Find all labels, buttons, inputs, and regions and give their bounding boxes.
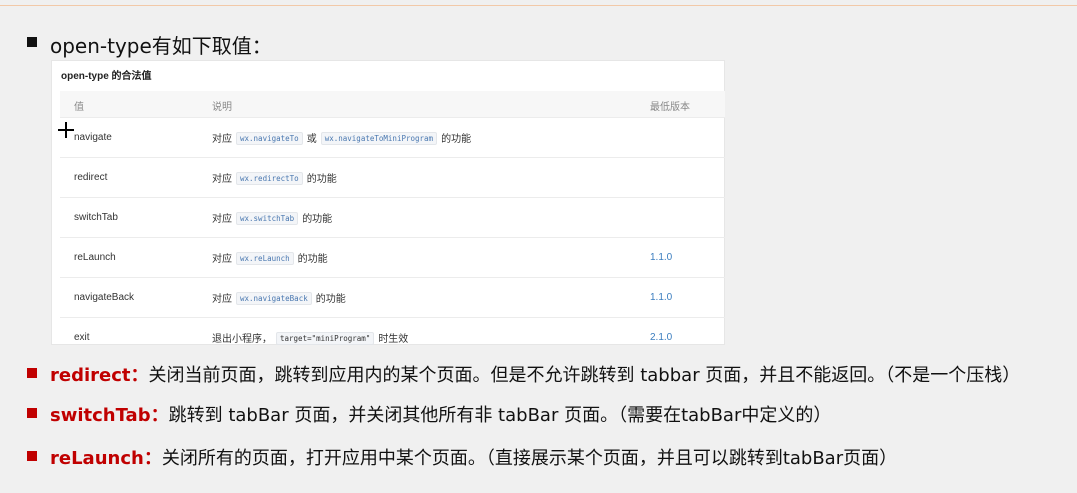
table-row: exit 退出小程序， target="miniProgram" 时生效 2.1.0 xyxy=(60,317,725,345)
square-bullet-icon xyxy=(27,37,37,47)
cell-description: 对应 wx.navigateBack 的功能 xyxy=(212,292,346,305)
header-value: 值 xyxy=(74,102,84,113)
cell-version: 2.1.0 xyxy=(650,332,673,343)
table-row: reLaunch 对应 wx.reLaunch 的功能 1.1.0 xyxy=(60,237,725,277)
cell-description: 对应 wx.switchTab 的功能 xyxy=(212,212,333,225)
cell-version: 1.1.0 xyxy=(650,292,673,303)
cell-value: redirect xyxy=(74,172,108,183)
note-text: 关闭所有的页面，打开应用中某个页面。（直接展示某个页面，并且可以跳转到tabBa… xyxy=(161,448,898,469)
code-snippet: wx.redirectTo xyxy=(236,172,303,185)
table-row: navigateBack 对应 wx.navigateBack 的功能 1.1.0 xyxy=(60,277,725,317)
cell-description: 对应 wx.navigateTo 或 wx.navigateToMiniProgram… xyxy=(212,132,472,145)
header-description: 说明 xyxy=(212,102,232,113)
cell-value: reLaunch xyxy=(74,252,116,263)
cell-version: 1.1.0 xyxy=(650,252,673,263)
code-snippet: wx.navigateTo xyxy=(236,132,303,145)
code-snippet: wx.navigateBack xyxy=(236,292,312,305)
table-row: switchTab 对应 wx.switchTab 的功能 xyxy=(60,197,725,237)
note-keyword: switchTab： xyxy=(50,405,169,426)
code-snippet: wx.switchTab xyxy=(236,212,299,225)
code-snippet: wx.navigateToMiniProgram xyxy=(320,132,438,145)
square-bullet-icon xyxy=(27,451,37,461)
cell-value: exit xyxy=(74,332,90,343)
cell-value: switchTab xyxy=(74,212,118,223)
cell-description: 对应 wx.reLaunch 的功能 xyxy=(212,252,328,265)
cell-value: navigate xyxy=(74,132,112,143)
crosshair-cursor-icon xyxy=(58,122,74,138)
header-min-version: 最低版本 xyxy=(650,102,690,113)
table-header: 值 说明 最低版本 xyxy=(60,91,725,117)
table-row: redirect 对应 wx.redirectTo 的功能 xyxy=(60,157,725,197)
cell-description: 退出小程序， target="miniProgram" 时生效 xyxy=(212,332,409,345)
slide-heading: open-type有如下取值： xyxy=(50,34,272,58)
note-keyword: reLaunch： xyxy=(50,448,162,469)
note-keyword: redirect： xyxy=(50,365,149,386)
cell-description: 对应 wx.redirectTo 的功能 xyxy=(212,172,337,185)
note-redirect: redirect：关闭当前页面，跳转到应用内的某个页面。但是不允许跳转到 tab… xyxy=(50,361,1020,387)
note-text: 跳转到 tabBar 页面，并关闭其他所有非 tabBar 页面。（需要在tab… xyxy=(168,405,832,426)
note-relaunch: reLaunch：关闭所有的页面，打开应用中某个页面。（直接展示某个页面，并且可… xyxy=(50,444,897,470)
open-type-table-panel: open-type 的合法值 值 说明 最低版本 navigate 对应 wx.n… xyxy=(51,60,725,345)
code-snippet: target="miniProgram" xyxy=(276,332,375,345)
square-bullet-icon xyxy=(27,408,37,418)
cell-value: navigateBack xyxy=(74,292,135,303)
table-title: open-type 的合法值 xyxy=(61,71,152,82)
top-divider xyxy=(0,5,1077,6)
note-switchtab: switchTab：跳转到 tabBar 页面，并关闭其他所有非 tabBar … xyxy=(50,401,831,427)
square-bullet-icon xyxy=(27,368,37,378)
code-snippet: wx.reLaunch xyxy=(236,252,294,265)
note-text: 关闭当前页面，跳转到应用内的某个页面。但是不允许跳转到 tabbar 页面，并且… xyxy=(148,365,1021,386)
table-row: navigate 对应 wx.navigateTo 或 wx.navigateToMi… xyxy=(60,117,725,157)
